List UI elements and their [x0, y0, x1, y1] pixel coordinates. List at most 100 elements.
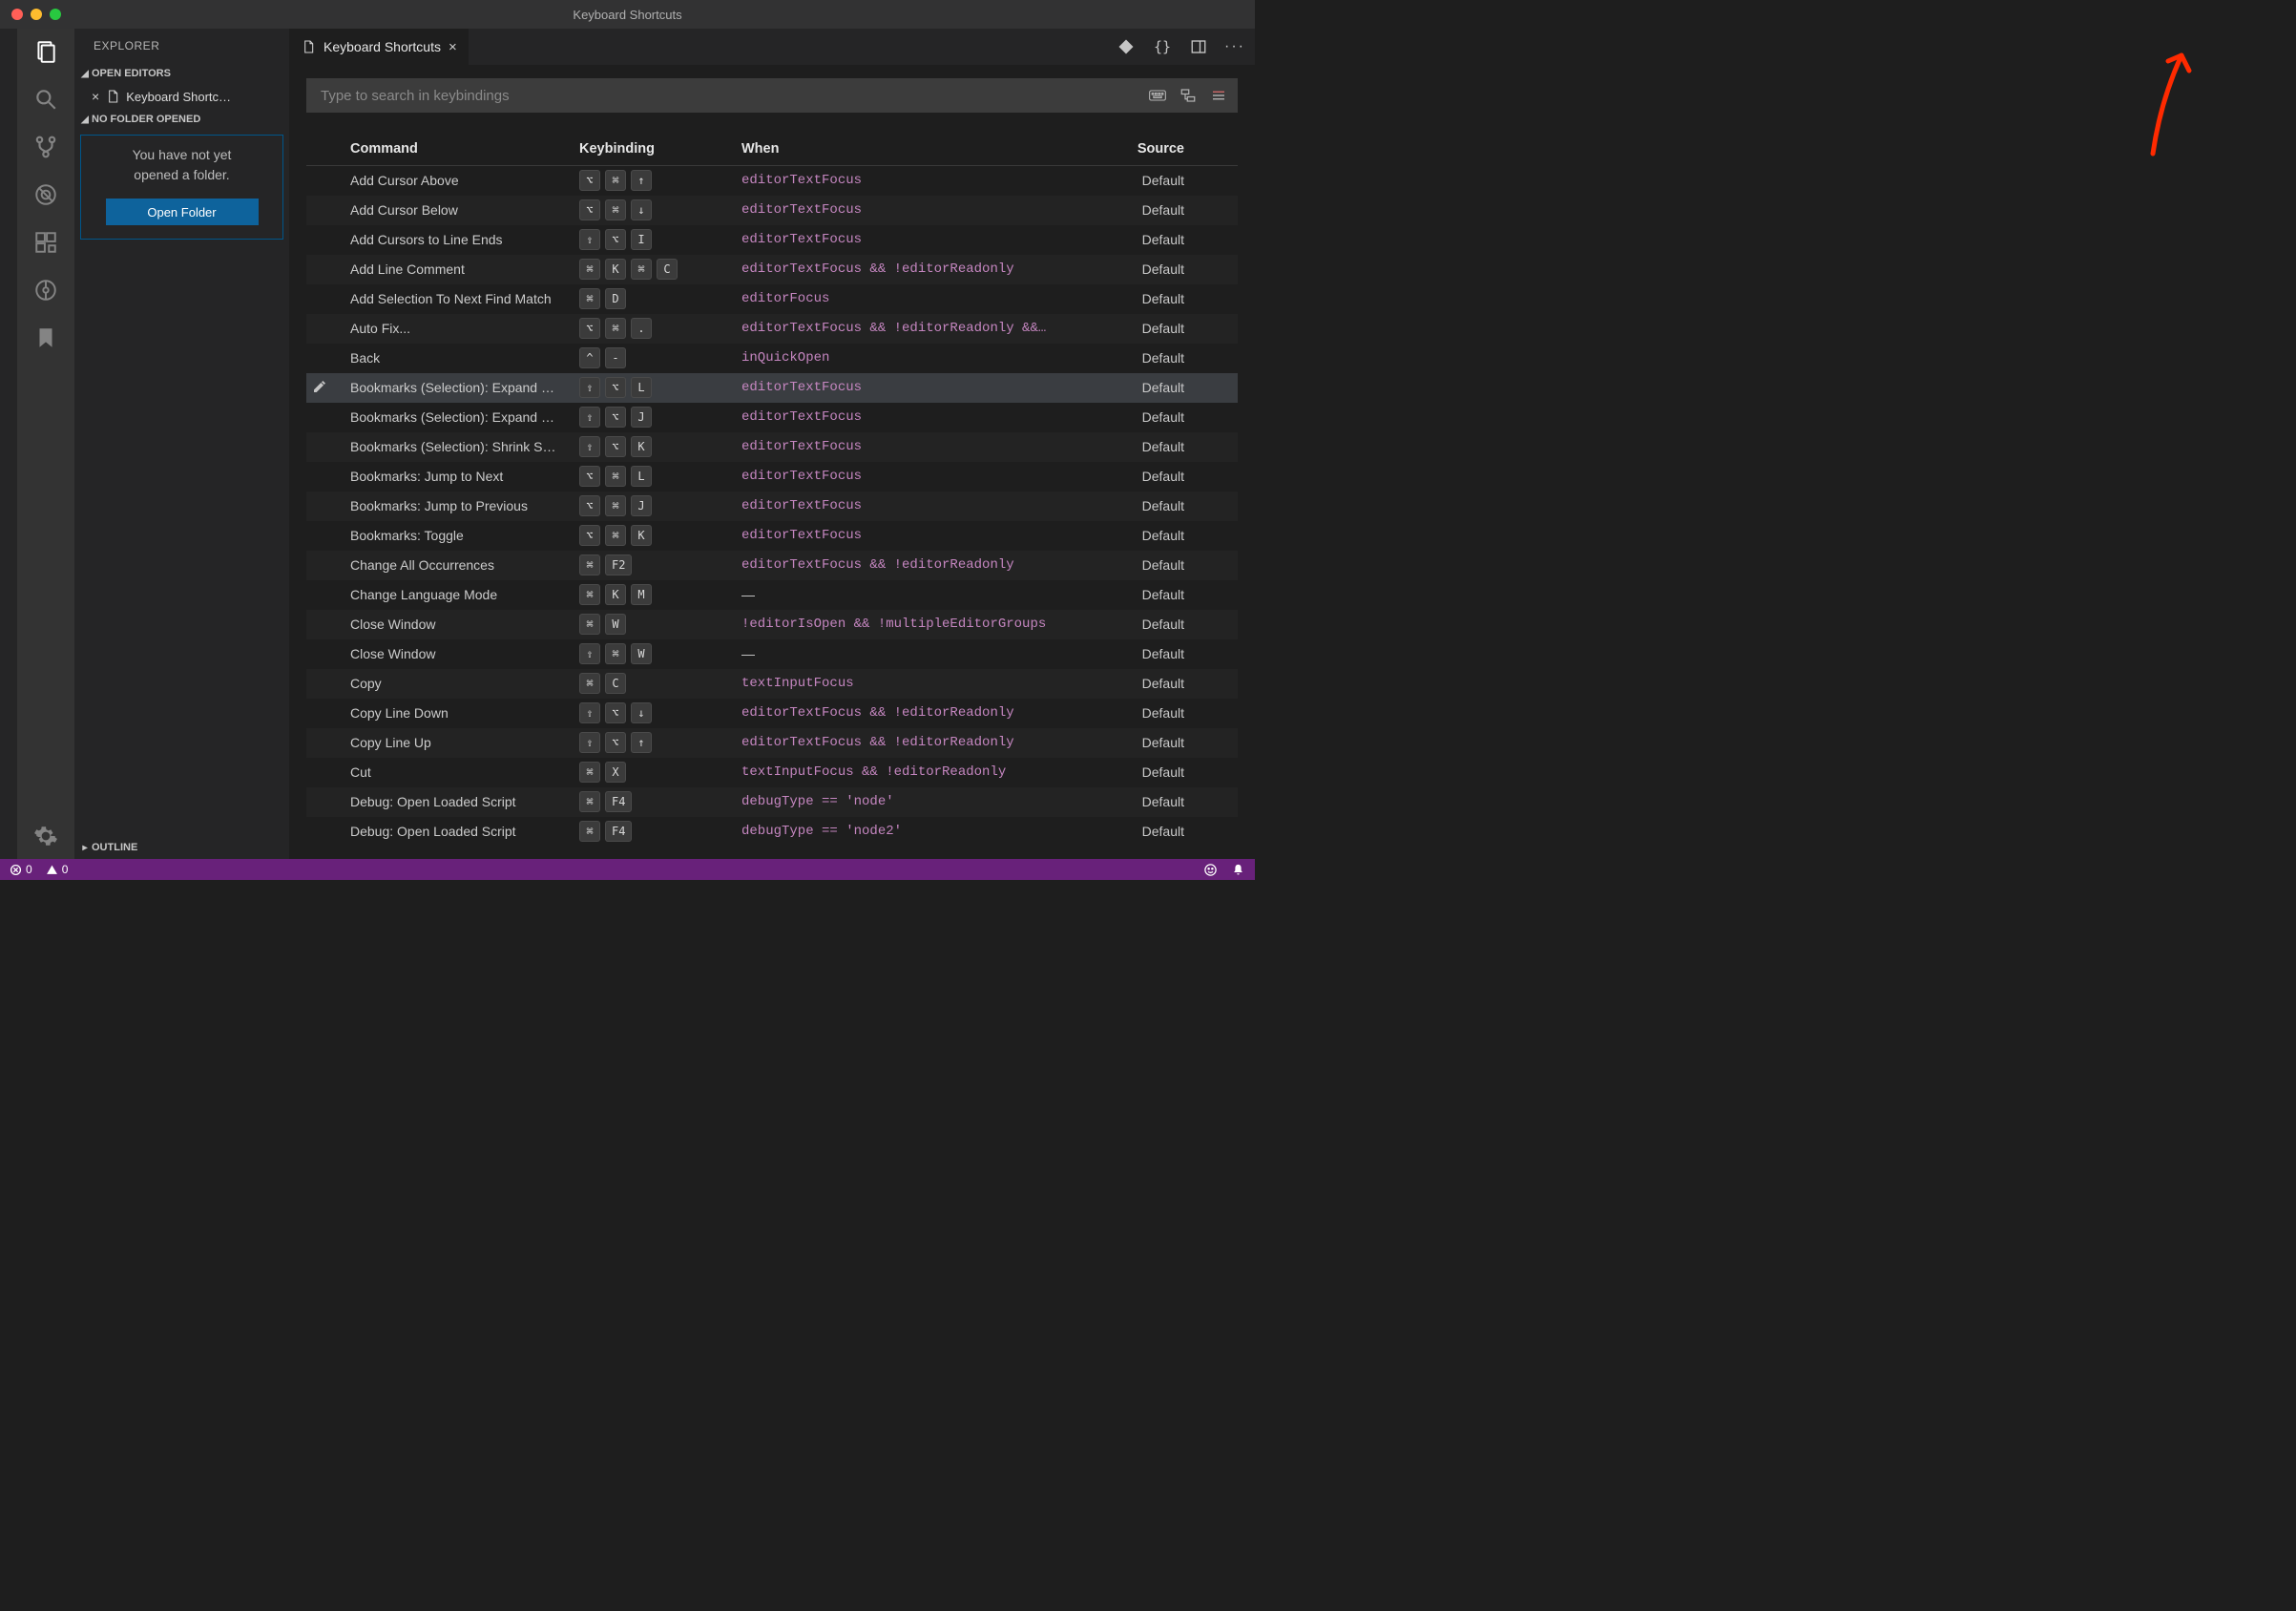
keybinding-row[interactable]: Copy⌘CtextInputFocusDefault — [306, 669, 1238, 699]
status-errors[interactable]: 0 — [10, 863, 32, 876]
keybinding-row[interactable]: Cut⌘XtextInputFocus && !editorReadonlyDe… — [306, 758, 1238, 787]
keybinding-search-input[interactable] — [315, 88, 1147, 104]
key-cap: ⌥ — [605, 377, 626, 398]
key-cap: K — [605, 259, 626, 280]
command-cell: Bookmarks (Selection): Expand … — [350, 380, 579, 395]
keybinding-row[interactable]: Bookmarks: Jump to Next⌥⌘LeditorTextFocu… — [306, 462, 1238, 492]
key-cap: ⌥ — [605, 732, 626, 753]
key-cap: X — [605, 762, 626, 783]
open-editors-header[interactable]: ◢ OPEN EDITORS — [74, 62, 289, 85]
keybinding-row[interactable]: Auto Fix...⌥⌘.editorTextFocus && !editor… — [306, 314, 1238, 344]
keybinding-row[interactable]: Close Window⌘W!editorIsOpen && !multiple… — [306, 610, 1238, 639]
col-when[interactable]: When — [741, 141, 1095, 157]
close-icon[interactable]: × — [92, 89, 99, 104]
when-cell: editorTextFocus — [741, 498, 1095, 513]
keybinding-row[interactable]: Add Line Comment⌘K⌘CeditorTextFocus && !… — [306, 255, 1238, 284]
activity-bar — [17, 29, 74, 859]
keybinding-cell: ⇧⌥K — [579, 436, 741, 457]
command-cell: Copy Line Up — [350, 735, 579, 750]
split-editor-icon[interactable] — [1188, 36, 1209, 57]
status-notifications[interactable] — [1231, 863, 1245, 877]
close-tab-icon[interactable]: × — [449, 39, 457, 55]
command-cell: Change Language Mode — [350, 587, 579, 602]
no-folder-header[interactable]: ◢ NO FOLDER OPENED — [74, 108, 289, 131]
keybinding-row[interactable]: Add Selection To Next Find Match⌘Deditor… — [306, 284, 1238, 314]
source-cell: Default — [1095, 202, 1190, 218]
keybinding-row[interactable]: Back^-inQuickOpenDefault — [306, 344, 1238, 373]
keybinding-cell: ⇧⌥↓ — [579, 702, 741, 723]
keybinding-cell: ⌥⌘J — [579, 495, 741, 516]
sort-precedence-icon[interactable] — [1178, 85, 1199, 106]
command-cell: Copy Line Down — [350, 705, 579, 721]
open-editor-item[interactable]: × Keyboard Shortc… — [74, 85, 289, 108]
keybinding-search[interactable] — [306, 78, 1238, 113]
key-cap: ⌥ — [605, 229, 626, 250]
col-source[interactable]: Source — [1095, 141, 1190, 157]
key-cap: ⌘ — [605, 495, 626, 516]
keybinding-row[interactable]: Bookmarks: Toggle⌥⌘KeditorTextFocusDefau… — [306, 521, 1238, 551]
keybinding-row[interactable]: Bookmarks: Jump to Previous⌥⌘JeditorText… — [306, 492, 1238, 521]
keybinding-row[interactable]: Close Window⇧⌘W—Default — [306, 639, 1238, 669]
tab-bar: Keyboard Shortcuts × {} ··· — [289, 29, 1255, 65]
key-cap: J — [631, 407, 652, 428]
keybinding-row[interactable]: Bookmarks (Selection): Expand …⇧⌥Jeditor… — [306, 403, 1238, 432]
gitlens-icon[interactable] — [32, 277, 59, 303]
warning-count: 0 — [62, 863, 69, 876]
titlebar: Keyboard Shortcuts — [0, 0, 1255, 29]
keybinding-row[interactable]: Add Cursor Below⌥⌘↓editorTextFocusDefaul… — [306, 196, 1238, 225]
keybinding-row[interactable]: Debug: Open Loaded Script⌘F4debugType ==… — [306, 787, 1238, 817]
close-window-button[interactable] — [11, 9, 23, 20]
key-cap: ⌘ — [605, 466, 626, 487]
keybinding-row[interactable]: Change Language Mode⌘KM—Default — [306, 580, 1238, 610]
key-cap: ⌥ — [579, 495, 600, 516]
key-cap: ⌘ — [605, 318, 626, 339]
explorer-icon[interactable] — [32, 38, 59, 65]
when-cell: editorTextFocus && !editorReadonly — [741, 705, 1095, 721]
when-cell: editorTextFocus — [741, 202, 1095, 218]
record-keys-icon[interactable] — [1147, 85, 1168, 106]
more-actions-icon[interactable]: ··· — [1224, 36, 1245, 57]
bookmark-icon[interactable] — [32, 324, 59, 351]
col-keybinding[interactable]: Keybinding — [579, 141, 741, 157]
search-icon[interactable] — [32, 86, 59, 113]
keybinding-row[interactable]: Add Cursor Above⌥⌘↑editorTextFocusDefaul… — [306, 166, 1238, 196]
status-warnings[interactable]: 0 — [46, 863, 69, 876]
source-control-icon[interactable] — [32, 134, 59, 160]
when-cell: debugType == 'node2' — [741, 824, 1095, 839]
keybinding-cell: ⌘KM — [579, 584, 741, 605]
keybinding-row[interactable]: Copy Line Up⇧⌥↑editorTextFocus && !edito… — [306, 728, 1238, 758]
key-cap: W — [605, 614, 626, 635]
command-cell: Debug: Open Loaded Script — [350, 824, 579, 839]
key-cap: ↑ — [631, 170, 652, 191]
maximize-window-button[interactable] — [50, 9, 61, 20]
open-json-icon[interactable]: {} — [1152, 36, 1173, 57]
clear-input-icon[interactable] — [1208, 85, 1229, 106]
tab-keyboard-shortcuts[interactable]: Keyboard Shortcuts × — [289, 29, 469, 65]
open-folder-button[interactable]: Open Folder — [106, 199, 259, 225]
minimize-window-button[interactable] — [31, 9, 42, 20]
source-cell: Default — [1095, 705, 1190, 721]
outline-header[interactable]: ▸ OUTLINE — [74, 836, 289, 859]
keybinding-row[interactable]: Bookmarks (Selection): Shrink S…⇧⌥Kedito… — [306, 432, 1238, 462]
key-cap: ⌘ — [605, 199, 626, 220]
open-settings-sync-icon[interactable] — [1116, 36, 1137, 57]
key-cap: ⌘ — [631, 259, 652, 280]
command-cell: Bookmarks (Selection): Shrink S… — [350, 439, 579, 454]
key-cap: ⌥ — [605, 702, 626, 723]
status-feedback[interactable] — [1203, 863, 1218, 877]
keybinding-row[interactable]: Debug: Open Loaded Script⌘F4debugType ==… — [306, 817, 1238, 847]
keybinding-row[interactable]: Add Cursors to Line Ends⇧⌥IeditorTextFoc… — [306, 225, 1238, 255]
key-cap: ⌘ — [579, 288, 600, 309]
keybinding-row[interactable]: Bookmarks (Selection): Expand …⇧⌥Leditor… — [306, 373, 1238, 403]
keybinding-row[interactable]: Change All Occurrences⌘F2editorTextFocus… — [306, 551, 1238, 580]
keybindings-table: Command Keybinding When Source Add Curso… — [306, 132, 1238, 859]
extensions-icon[interactable] — [32, 229, 59, 256]
editor-actions: {} ··· — [1116, 29, 1255, 65]
key-cap: ⌘ — [579, 762, 600, 783]
key-cap: ⌥ — [579, 318, 600, 339]
keybinding-row[interactable]: Copy Line Down⇧⌥↓editorTextFocus && !edi… — [306, 699, 1238, 728]
settings-gear-icon[interactable] — [32, 823, 59, 849]
when-cell: editorTextFocus — [741, 439, 1095, 454]
col-command[interactable]: Command — [350, 141, 579, 157]
debug-icon[interactable] — [32, 181, 59, 208]
